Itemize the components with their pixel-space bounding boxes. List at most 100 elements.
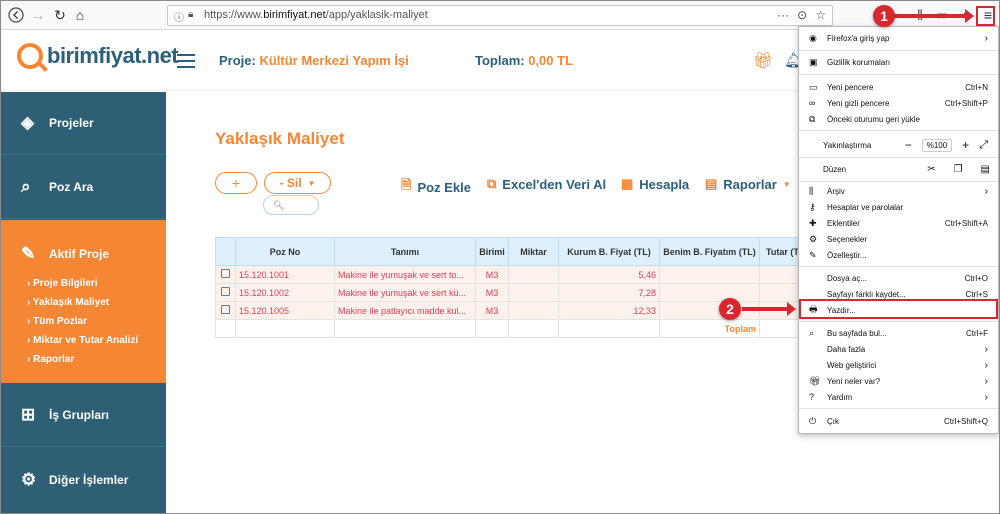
restore-icon: ⧉ [809, 113, 816, 124]
annotation-badge-2: 2 [719, 298, 741, 320]
sidebar-sub-tum-pozlar[interactable]: › Tüm Pozlar [27, 312, 166, 331]
sitemap-icon: ⊞ [21, 405, 36, 424]
table-row[interactable]: 15.120.1001 Makine ile yumuşak ve sert t… [215, 265, 800, 284]
col-birimi[interactable]: Birimi [475, 237, 509, 266]
menu-edit: Düzen ✂ ❐ ▤ [823, 163, 990, 175]
hamburger-icon[interactable] [177, 54, 195, 72]
firefox-app-menu: ◉ Firefox'a giriş yap › ▣ Gizlilik korumala… [798, 26, 999, 434]
home-icon[interactable]: ⌂ [69, 5, 91, 25]
sidebar-sub-miktar-tutar[interactable]: › Miktar ve Tutar Analizi [27, 331, 166, 350]
back-icon[interactable] [5, 5, 27, 25]
raporlar-dropdown[interactable]: ▤ Raporlar ▼ [705, 176, 791, 192]
logo-magnifier-icon [17, 43, 43, 69]
col-tanimi[interactable]: Tanımı [334, 237, 476, 266]
table-total-row: Toplam [215, 319, 800, 338]
add-button[interactable]: + [215, 172, 257, 194]
puzzle-icon: ✚ [809, 217, 817, 228]
reload-icon[interactable]: ↻ [49, 5, 71, 25]
col-kurum-fiyat[interactable]: Kurum B. Fiyat (TL) [558, 237, 660, 266]
menu-web-developer[interactable]: Web geliştirici › [799, 357, 998, 373]
sidebar-item-aktif-proje[interactable]: ✎ Aktif Proje › Proje Bilgileri › Yaklaşı… [1, 220, 166, 383]
menu-help[interactable]: ? Yardım › [799, 389, 998, 405]
copy-icon: ⧉ [487, 176, 497, 191]
logo[interactable]: birimfiyat.net [17, 43, 179, 69]
table-row[interactable]: 15.120.1002 Makine ile yumuşak ve sert k… [215, 283, 800, 302]
cell-tanim: Makine ile yumuşak ve sert to... [334, 265, 476, 284]
info-icon[interactable]: ⓘ [174, 9, 184, 24]
col-tutar[interactable]: Tutar (T [759, 237, 800, 266]
paste-icon[interactable]: ▤ [981, 164, 990, 175]
menu-restore-session[interactable]: ⧉ Önceki oturumu geri yükle [799, 111, 998, 127]
chevron-right-icon: › [984, 359, 988, 371]
search-icon: 🔍︎ [273, 200, 285, 210]
sidebar-item-is-gruplari[interactable]: ⊞ İş Grupları [1, 384, 166, 447]
cell-benim[interactable] [659, 283, 760, 302]
gear-icon: ⚙ [21, 469, 37, 489]
forward-icon[interactable]: → [27, 5, 49, 25]
project-name: Proje: Kültür Merkezi Yapım İşi [219, 53, 409, 68]
sidebar-item-poz-ara[interactable]: ⌕ Poz Ara [1, 156, 166, 219]
report-icon: ▤ [705, 176, 718, 191]
menu-logins[interactable]: ⚷ Hesaplar ve parolalar [799, 199, 998, 215]
library-icon: ⫼ [809, 185, 814, 196]
menu-new-window[interactable]: ▭ Yeni pencere Ctrl+N [799, 79, 998, 95]
pocket-icon[interactable]: ⊙ [797, 8, 807, 22]
menu-customize[interactable]: ✎ Özelleştir... [799, 247, 998, 263]
sidebar-sub-yaklasik-maliyet[interactable]: › Yaklaşık Maliyet [27, 293, 166, 312]
fullscreen-icon[interactable]: ⤢ [979, 139, 988, 152]
menu-more[interactable]: Daha fazla › [799, 341, 998, 357]
cell-birim: M3 [475, 265, 509, 284]
sidebar-item-projeler[interactable]: ◈ Projeler [1, 92, 166, 155]
excel-import-button[interactable]: ⧉ Excel'den Veri Al [487, 176, 606, 192]
bookmark-star-icon[interactable]: ☆ [815, 8, 826, 22]
total-label: Toplam [659, 319, 760, 338]
help-icon: ? [809, 392, 815, 402]
menu-privacy[interactable]: ▣ Gizlilik korumaları [799, 54, 998, 70]
menu-private-window[interactable]: ∞ Yeni gizli pencere Ctrl+Shift+P [799, 95, 998, 111]
gift-icon[interactable]: 🎁︎ [753, 51, 773, 71]
highlight-menu-button [976, 6, 995, 26]
cell-miktar[interactable] [508, 265, 559, 284]
caret-down-icon: ▼ [307, 178, 316, 188]
col-benim-fiyat[interactable]: Benim B. Fiyatım (TL) [659, 237, 760, 266]
row-checkbox[interactable] [221, 305, 230, 314]
poz-ekle-button[interactable]: 🗎︎ Poz Ekle [401, 176, 471, 198]
page-actions-icon[interactable]: ··· [777, 8, 789, 22]
layers-icon: ◈ [21, 113, 35, 132]
url-bar[interactable]: ⓘ 🔒︎ https://www.birimfiyat.net/app/yakl… [167, 5, 833, 26]
menu-exit[interactable]: ⏻ Çık Ctrl+Shift+Q [799, 413, 998, 429]
menu-zoom: Yakınlaştırma − %100 + ⤢ [823, 138, 988, 152]
cell-miktar[interactable] [508, 283, 559, 302]
lock-icon[interactable]: 🔒︎ [188, 9, 193, 20]
table-row[interactable]: 15.120.1005 Makine ile patlayıcı madde k… [215, 301, 800, 320]
cell-miktar[interactable] [508, 301, 559, 320]
cell-benim[interactable] [659, 265, 760, 284]
menu-whats-new[interactable]: 🎁︎ Yeni neler var? › [799, 373, 998, 389]
chevron-right-icon: › [984, 375, 988, 387]
hesapla-button[interactable]: ▦ Hesapla [621, 176, 689, 192]
col-miktar[interactable]: Miktar [508, 237, 559, 266]
menu-signin[interactable]: ◉ Firefox'a giriş yap › [799, 30, 998, 46]
menu-open-file[interactable]: Dosya aç... Ctrl+O [799, 270, 998, 286]
delete-dropdown-button[interactable]: - Sil ▼ [264, 172, 331, 194]
zoom-reset-button[interactable]: %100 [921, 138, 953, 152]
copy-icon[interactable]: ❐ [954, 164, 963, 175]
cut-icon[interactable]: ✂ [927, 164, 935, 175]
menu-library[interactable]: ⫼ Arşiv › [799, 183, 998, 199]
menu-addons[interactable]: ✚ Eklentiler Ctrl+Shift+A [799, 215, 998, 231]
menu-options[interactable]: ⚙ Seçenekler [799, 231, 998, 247]
chevron-right-icon: › [984, 391, 988, 403]
cell-kurum: 5,46 [558, 265, 660, 284]
cost-table: Poz No Tanımı Birimi Miktar Kurum B. Fiy… [215, 237, 800, 338]
table-search-input[interactable]: 🔍︎ [263, 195, 319, 215]
col-poz-no[interactable]: Poz No [235, 237, 335, 266]
row-checkbox[interactable] [221, 287, 230, 296]
zoom-out-icon[interactable]: − [905, 138, 912, 152]
zoom-in-icon[interactable]: + [962, 138, 969, 152]
sidebar-sub-proje-bilgileri[interactable]: › Proje Bilgileri [27, 274, 166, 293]
sidebar-item-diger-islemler[interactable]: ⚙ Diğer İşlemler [1, 448, 166, 511]
sidebar-sub-raporlar[interactable]: › Raporlar [27, 350, 166, 369]
row-checkbox[interactable] [221, 269, 230, 278]
menu-find[interactable]: ⌕ Bu sayfada bul... Ctrl+F [799, 325, 998, 341]
screenshot-frame: → ↻ ⌂ ⓘ 🔒︎ https://www.birimfiyat.net/ap… [0, 0, 1000, 514]
